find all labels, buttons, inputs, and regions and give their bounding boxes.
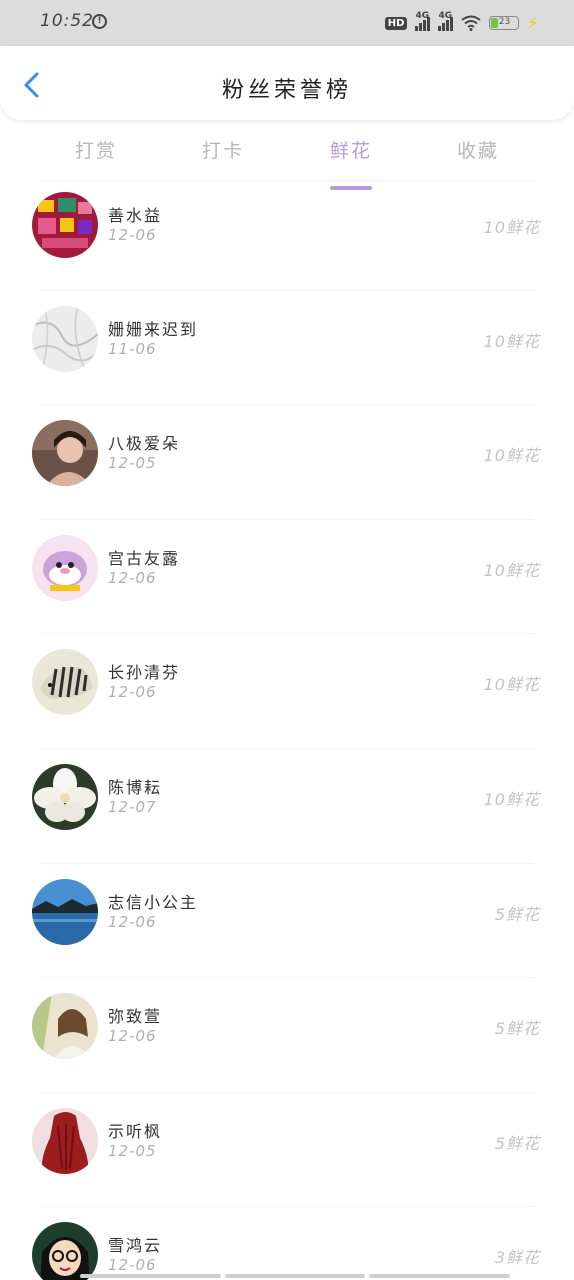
list-item[interactable]: 宫古友露 12-06 10鲜花 (0, 519, 574, 634)
signal-icon-1: 4G (415, 11, 431, 31)
list-item[interactable]: 长孙清芬 12-06 10鲜花 (0, 633, 574, 748)
fan-date: 12-05 (108, 1142, 157, 1160)
list-item[interactable]: 善水益 12-06 10鲜花 (0, 180, 574, 295)
signal-icon-2: 4G (438, 11, 454, 31)
flower-amount: 10鲜花 (483, 218, 540, 237)
fan-date: 12-06 (108, 569, 157, 587)
divider (40, 863, 534, 864)
divider (40, 1206, 534, 1207)
tab-favorites[interactable]: 收藏 (428, 136, 528, 163)
list-item[interactable]: 姗姗来迟到 11-06 10鲜花 (0, 290, 574, 405)
tab-reward[interactable]: 打赏 (46, 136, 146, 163)
tab-flowers[interactable]: 鲜花 (301, 136, 401, 190)
flower-amount: 10鲜花 (483, 790, 540, 809)
divider (40, 519, 534, 520)
divider (40, 748, 534, 749)
flower-amount: 5鲜花 (494, 1134, 540, 1153)
status-time: 10:52 (40, 11, 94, 31)
flower-amount: 3鲜花 (494, 1248, 540, 1267)
divider (40, 633, 534, 634)
tab-checkin[interactable]: 打卡 (173, 136, 273, 163)
divider (40, 1092, 534, 1093)
fan-name: 弥致萱 (108, 1007, 163, 1026)
fan-name: 宫古友露 (108, 549, 181, 568)
list-item[interactable]: 雪鸿云 12-06 3鲜花 (0, 1206, 574, 1280)
white-flower-avatar[interactable] (32, 764, 98, 830)
fan-name: 姗姗来迟到 (108, 320, 199, 339)
battery-icon: 23 (489, 16, 520, 30)
divider (40, 180, 534, 181)
tab-flowers-label: 鲜花 (329, 140, 372, 162)
cartoon-girl-avatar[interactable] (32, 1222, 98, 1280)
portrait-avatar[interactable] (32, 420, 98, 486)
list-item[interactable]: 志信小公主 12-06 5鲜花 (0, 863, 574, 978)
tab-bar: 打赏 打卡 鲜花 收藏 (0, 120, 574, 190)
list-item[interactable]: 八极爱朵 12-05 10鲜花 (0, 404, 574, 519)
fan-date: 12-05 (108, 454, 157, 472)
flower-amount: 10鲜花 (483, 675, 540, 694)
cartoon-avatar[interactable] (32, 535, 98, 601)
scroll-indicator (80, 1274, 511, 1278)
flower-amount: 10鲜花 (483, 332, 540, 351)
fan-name: 志信小公主 (108, 893, 199, 912)
fan-name: 八极爱朵 (108, 434, 181, 453)
fan-name: 长孙清芬 (108, 663, 181, 682)
fan-date: 12-06 (108, 913, 157, 931)
fan-name: 示听枫 (108, 1122, 163, 1141)
girl-avatar[interactable] (32, 993, 98, 1059)
list-item[interactable]: 弥致萱 12-06 5鲜花 (0, 977, 574, 1092)
page-title: 粉丝荣誉榜 (221, 78, 352, 103)
marble-avatar[interactable] (32, 306, 98, 372)
notification-icon: ! (92, 14, 107, 29)
hd-badge: HD (384, 16, 408, 30)
fan-date: 12-06 (108, 1256, 157, 1274)
zebra-avatar[interactable] (32, 649, 98, 715)
fan-ranking-list: 善水益 12-06 10鲜花 姗姗来迟到 11-06 10鲜花 八极爱朵 12-… (0, 180, 574, 1280)
fan-date: 11-06 (108, 340, 157, 358)
fan-date: 12-06 (108, 683, 157, 701)
fan-name: 雪鸿云 (108, 1236, 163, 1255)
fan-date: 12-06 (108, 1027, 157, 1045)
gift-collage-avatar[interactable] (32, 192, 98, 258)
status-bar: 10:52 ! HD 4G 4G 23 ⚡ (0, 0, 574, 46)
wifi-icon (461, 15, 482, 31)
divider (40, 290, 534, 291)
fan-name: 陈博耘 (108, 778, 163, 797)
nav-bar: 粉丝荣誉榜 (0, 46, 574, 120)
list-item[interactable]: 陈博耘 12-07 10鲜花 (0, 748, 574, 863)
lake-avatar[interactable] (32, 879, 98, 945)
fan-date: 12-07 (108, 798, 157, 816)
status-icons: HD 4G 4G 23 ⚡ (384, 11, 538, 34)
divider (40, 977, 534, 978)
flower-amount: 5鲜花 (494, 1019, 540, 1038)
fan-name: 善水益 (108, 206, 163, 225)
divider (40, 404, 534, 405)
list-item[interactable]: 示听枫 12-05 5鲜花 (0, 1092, 574, 1207)
red-dress-avatar[interactable] (32, 1108, 98, 1174)
fan-date: 12-06 (108, 226, 157, 244)
flower-amount: 10鲜花 (483, 446, 540, 465)
flower-amount: 5鲜花 (494, 905, 540, 924)
charging-icon: ⚡ (527, 14, 538, 32)
flower-amount: 10鲜花 (483, 561, 540, 580)
